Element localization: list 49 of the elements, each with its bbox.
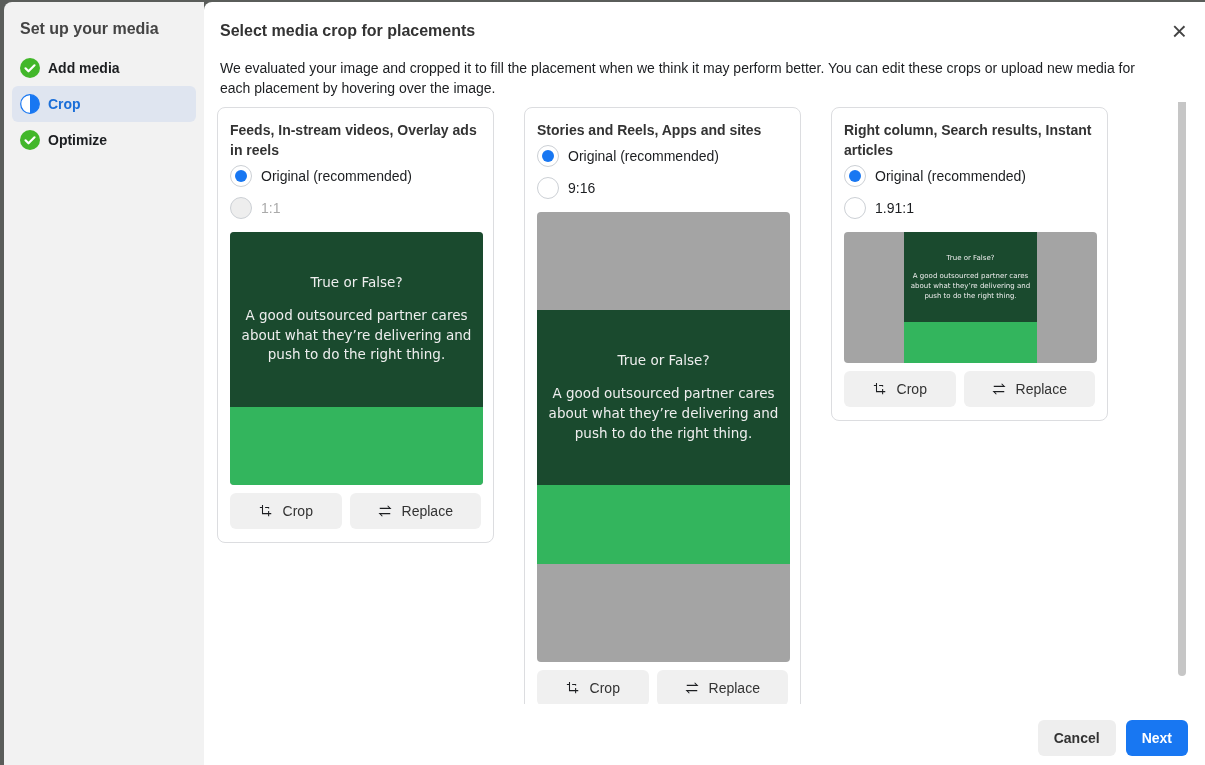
radio-button[interactable] [844,197,866,219]
replace-button[interactable]: Replace [656,670,788,704]
step-item[interactable]: Crop [12,86,196,122]
crop-icon [258,504,273,518]
radio-option[interactable]: Original (recommended) [844,160,1095,192]
dialog-title: Select media crop for placements [220,22,476,40]
creative-headline: True or False? [310,273,403,290]
crop-button[interactable]: Crop [537,670,649,704]
crop-button[interactable]: Crop [844,371,956,407]
creative-headline: True or False? [617,352,710,369]
radio-button[interactable] [230,165,252,187]
crop-button[interactable]: Crop [230,493,342,529]
check-circle-icon [20,130,40,150]
replace-button[interactable]: Replace [963,371,1095,407]
radio-label: Original (recommended) [261,168,412,184]
step-item[interactable]: Add media [12,50,196,86]
radio-button[interactable] [844,165,866,187]
swap-arrows-icon [377,504,392,518]
replace-button[interactable]: Replace [349,493,481,529]
radio-button[interactable] [537,177,559,199]
radio-label: Original (recommended) [875,168,1026,184]
radio-option[interactable]: 9:16 [537,172,788,204]
check-circle-icon [20,58,40,78]
radio-label: Original (recommended) [568,148,719,164]
radio-label: 9:16 [568,180,596,196]
creative-body: A good outsourced partner cares about what they’re delivering and push to do the right thing. [240,306,473,365]
step-item[interactable]: Optimize [12,122,196,158]
radio-button[interactable] [537,145,559,167]
placement-title: Stories and Reels, Apps and sites [537,121,763,140]
radio-label: 1:1 [261,200,281,216]
swap-arrows-icon [684,681,699,695]
sidebar-title: Set up your media [19,19,160,39]
dialog-description: We evaluated your image and cropped it to fill the placement when we think it may perform better. You can edit these crops or upload new media for each placement by hovering over the image. [220,59,1136,98]
media-preview[interactable]: True or False? A good outsourced partner cares about what they’re delivering and push to do the right thing. [230,232,483,485]
half-circle-icon [20,94,40,114]
radio-option[interactable]: Original (recommended) [230,160,481,192]
placement-title: Right column, Search results, Instant articles [844,121,1093,160]
swap-arrows-icon [991,382,1006,396]
crop-icon [565,681,580,695]
radio-option[interactable]: 1.91:1 [844,192,1095,224]
crop-icon [872,382,887,396]
radio-option[interactable]: Original (recommended) [537,140,788,172]
close-button[interactable]: × [1167,18,1191,44]
next-button[interactable]: Next [1125,720,1188,756]
media-preview[interactable]: True or False? A good outsourced partner cares about what they’re delivering and push to do the right thing. [537,212,790,662]
creative-body: A good outsourced partner cares about what they’re delivering and push to do the right thing. [547,384,780,443]
radio-label: 1.91:1 [875,200,914,216]
placement-title: Feeds, In-stream videos, Overlay ads in reels [230,121,478,160]
cancel-button[interactable]: Cancel [1037,720,1116,756]
